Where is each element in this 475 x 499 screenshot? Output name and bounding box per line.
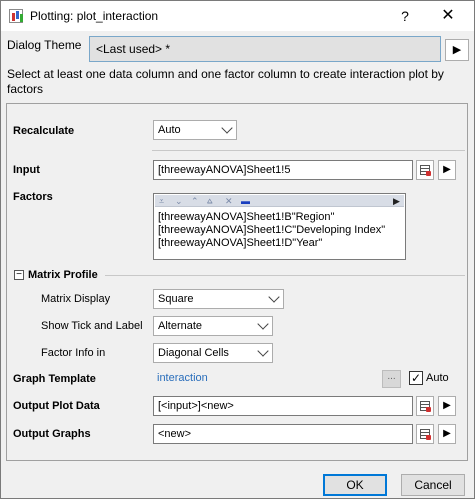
auto-label: Auto	[426, 372, 449, 384]
dialog-window: Plotting: plot_interaction ? ✕ Dialog Th…	[0, 0, 475, 499]
move-down-icon[interactable]: ⌄	[175, 195, 183, 207]
output-graphs-menu-button[interactable]: ▶	[438, 424, 456, 444]
factors-label: Factors	[13, 191, 53, 203]
select-all-icon[interactable]: ▬	[241, 195, 250, 207]
select-range-button[interactable]	[416, 424, 434, 444]
output-plot-data-menu-button[interactable]: ▶	[438, 396, 456, 416]
recalculate-label: Recalculate	[13, 125, 75, 137]
input-label: Input	[13, 164, 40, 176]
input-field[interactable]: [threewayANOVA]Sheet1!5	[153, 160, 413, 180]
divider	[105, 275, 465, 276]
graph-template-link[interactable]: interaction	[157, 372, 208, 384]
matrix-display-select[interactable]: Square	[153, 289, 284, 309]
factor-info-label: Factor Info in	[41, 347, 106, 359]
instruction-text: Select at least one data column and one …	[7, 67, 444, 96]
settings-panel: Recalculate Auto Input [threewayANOVA]Sh…	[6, 103, 468, 461]
matrix-display-value: Square	[158, 293, 194, 305]
chevron-down-icon	[268, 291, 280, 303]
factor-info-value: Diagonal Cells	[158, 347, 229, 359]
show-tick-select[interactable]: Alternate	[153, 316, 273, 336]
list-item[interactable]: [threewayANOVA]Sheet1!D"Year"	[158, 237, 322, 249]
output-plot-data-label: Output Plot Data	[13, 400, 100, 412]
browse-template-button[interactable]: ...	[382, 370, 401, 388]
recalculate-select[interactable]: Auto	[153, 120, 237, 140]
window-title: Plotting: plot_interaction	[30, 9, 159, 23]
output-plot-data-field[interactable]: [<input>]<new>	[153, 396, 413, 416]
move-bottom-icon[interactable]: ⩡	[159, 195, 164, 207]
recalculate-value: Auto	[158, 124, 181, 136]
select-range-button[interactable]	[416, 396, 434, 416]
dialog-theme-field[interactable]: <Last used> *	[89, 36, 441, 62]
title-bar: Plotting: plot_interaction ? ✕	[1, 1, 474, 31]
input-menu-button[interactable]: ▶	[438, 160, 456, 180]
move-up-icon[interactable]: ⌃	[191, 195, 199, 207]
ok-button[interactable]: OK	[323, 474, 387, 496]
factors-menu-icon[interactable]: ▶	[393, 195, 400, 207]
graph-template-label: Graph Template	[13, 373, 96, 385]
select-range-button[interactable]	[416, 160, 434, 180]
divider	[152, 150, 465, 151]
app-icon	[9, 9, 23, 23]
factors-list[interactable]: ⩡ ⌄ ⌃ ⩠ ✕ ▬ ▶ [threewayANOVA]Sheet1!B"Re…	[153, 193, 406, 260]
close-button[interactable]: ✕	[433, 4, 463, 28]
dialog-theme-label: Dialog Theme	[7, 38, 82, 52]
matrix-profile-heading: Matrix Profile	[28, 269, 98, 281]
factors-toolbar: ⩡ ⌄ ⌃ ⩠ ✕ ▬ ▶	[155, 195, 404, 207]
chevron-down-icon	[221, 122, 233, 134]
show-tick-label: Show Tick and Label	[41, 320, 143, 332]
auto-checkbox[interactable]: ✓	[409, 371, 423, 385]
cancel-button[interactable]: Cancel	[401, 474, 465, 496]
factor-info-select[interactable]: Diagonal Cells	[153, 343, 273, 363]
show-tick-value: Alternate	[158, 320, 203, 332]
output-graphs-label: Output Graphs	[13, 428, 91, 440]
output-graphs-field[interactable]: <new>	[153, 424, 413, 444]
chevron-down-icon	[257, 345, 269, 357]
move-top-icon[interactable]: ⩠	[207, 195, 212, 207]
help-button[interactable]: ?	[394, 5, 416, 27]
remove-icon[interactable]: ✕	[225, 195, 233, 207]
collapse-toggle[interactable]: −	[14, 270, 24, 280]
chevron-down-icon	[257, 318, 269, 330]
theme-menu-button[interactable]: ▶	[445, 39, 469, 61]
list-item[interactable]: [threewayANOVA]Sheet1!C"Developing Index…	[158, 224, 385, 236]
matrix-display-label: Matrix Display	[41, 293, 111, 305]
list-item[interactable]: [threewayANOVA]Sheet1!B"Region"	[158, 211, 334, 223]
